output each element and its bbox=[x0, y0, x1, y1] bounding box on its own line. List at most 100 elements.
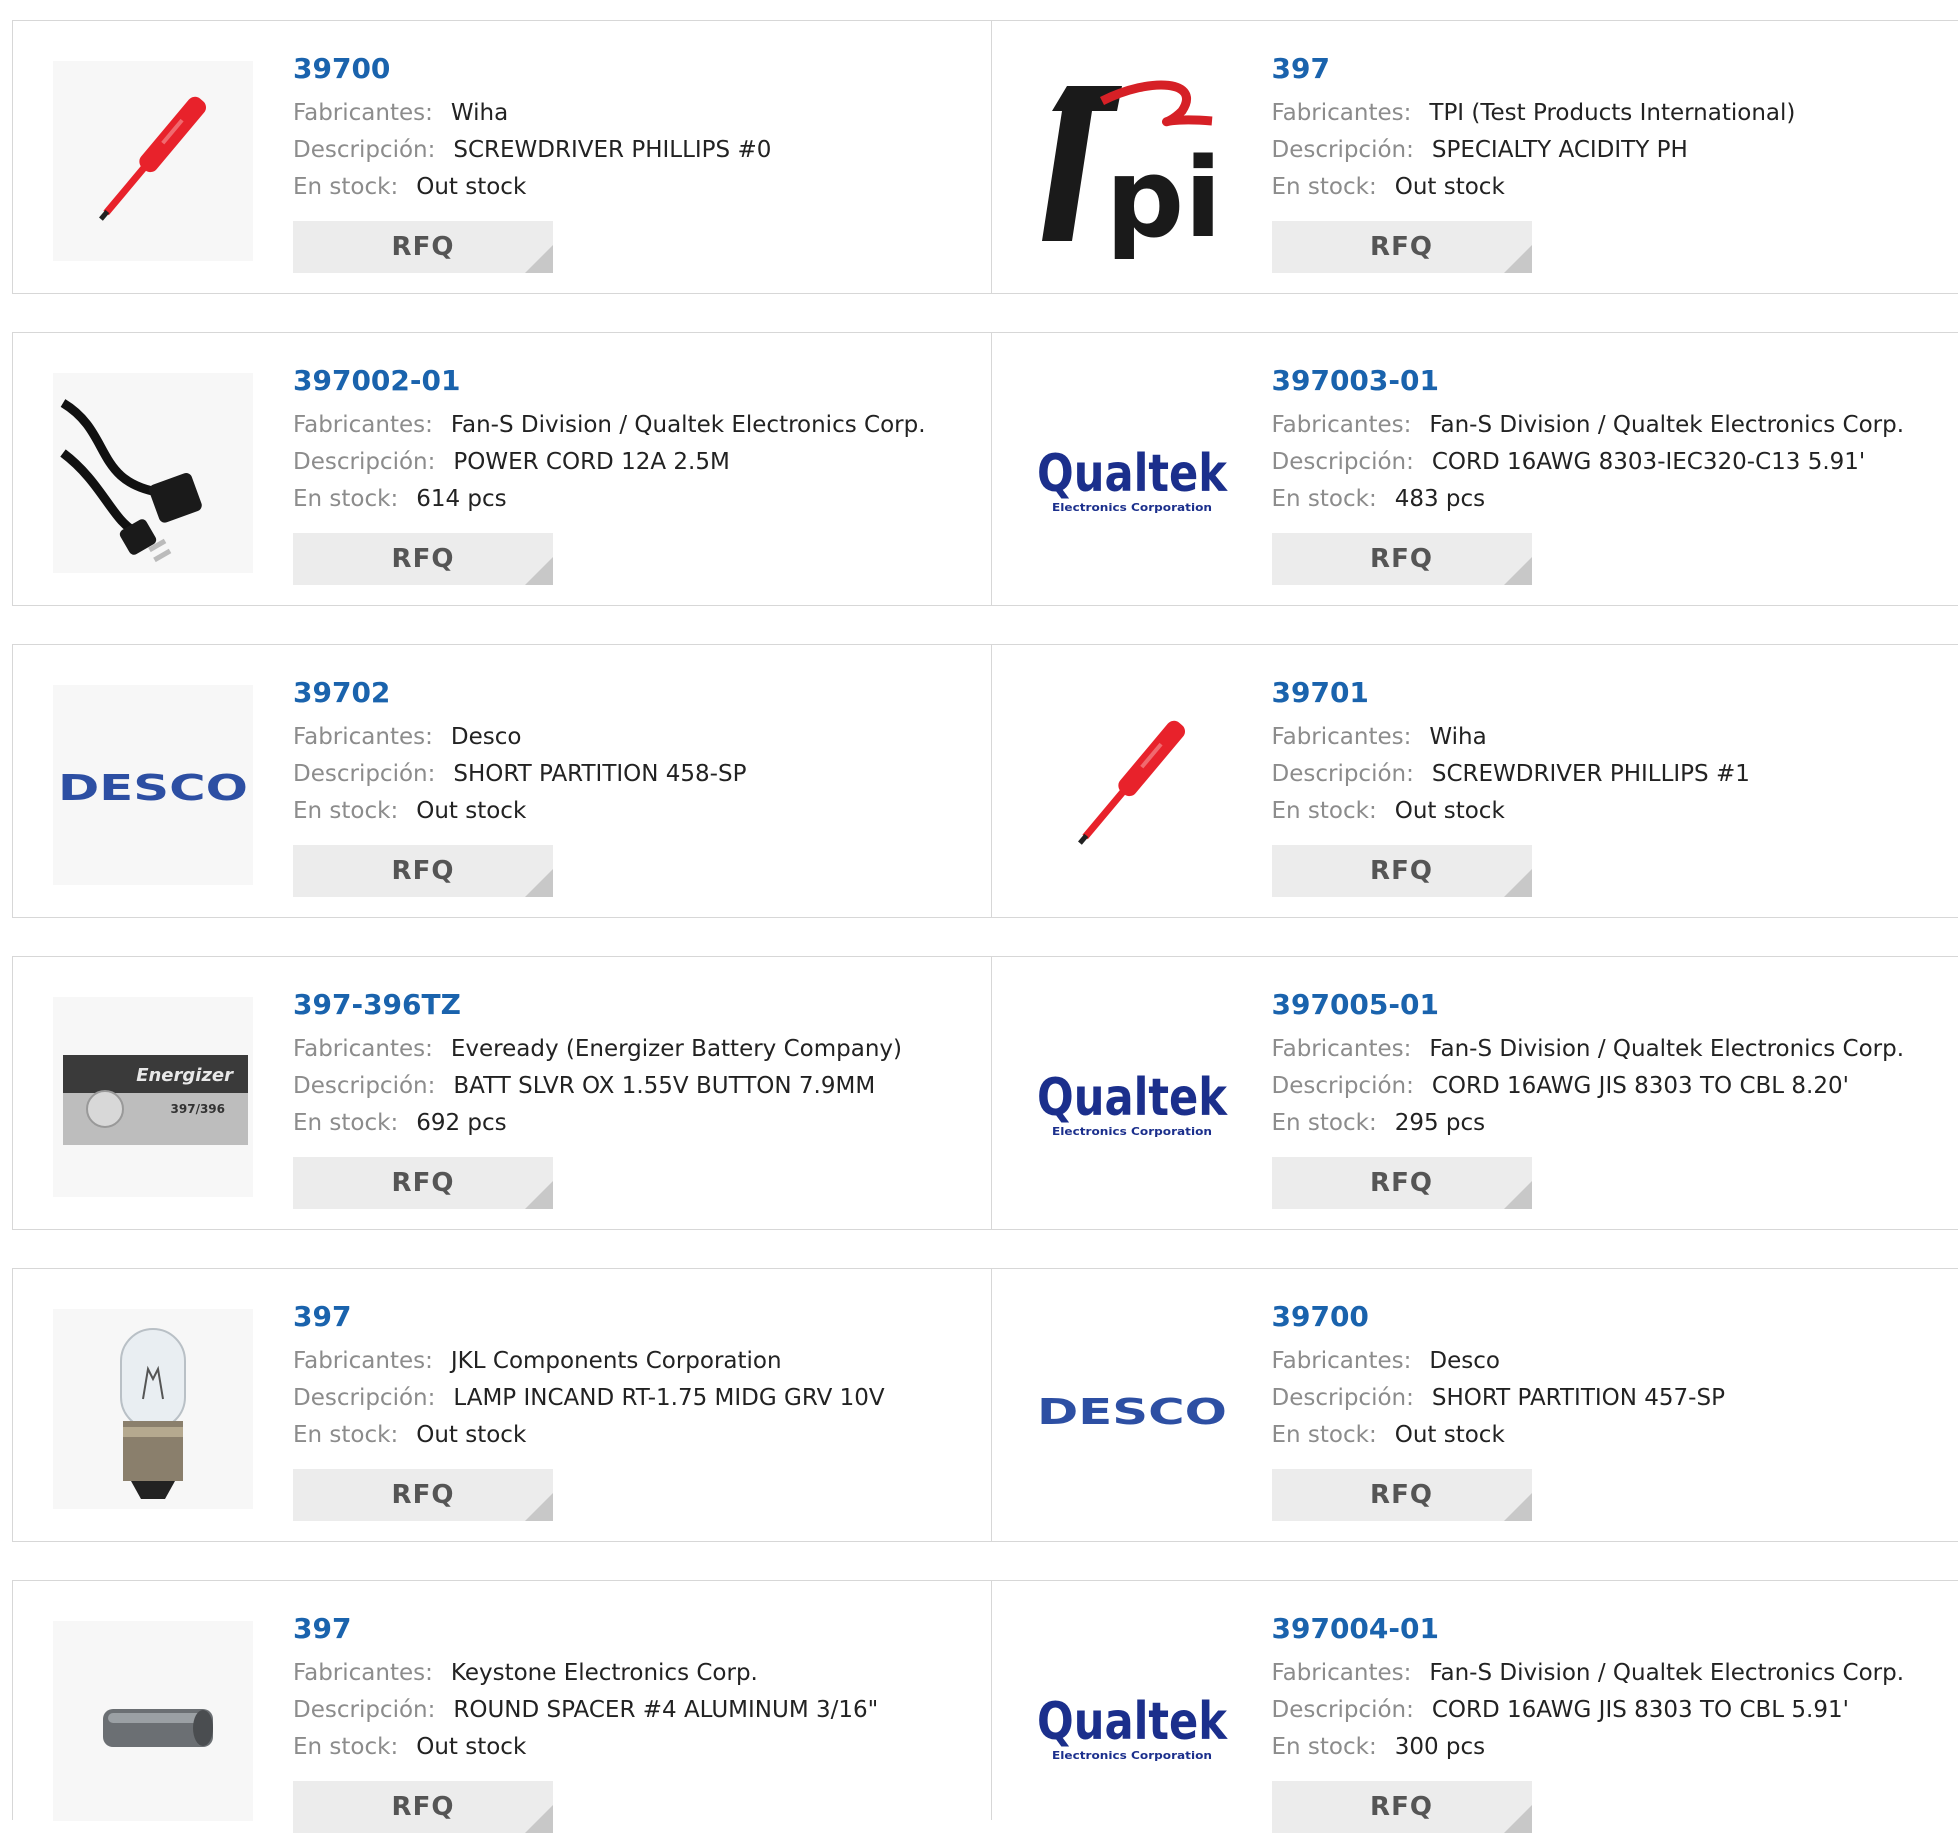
stock-label: En stock: bbox=[293, 798, 399, 824]
manufacturer-value: Desco bbox=[1429, 1348, 1500, 1374]
stock-value: Out stock bbox=[416, 798, 527, 824]
part-number-link[interactable]: 397003-01 bbox=[1272, 361, 1439, 401]
battery-image[interactable]: Energizer 397/396 bbox=[53, 997, 253, 1197]
lamp-image[interactable] bbox=[53, 1309, 253, 1509]
manufacturer-label: Fabricantes: bbox=[1271, 412, 1412, 438]
rfq-button[interactable]: RFQ bbox=[293, 1157, 553, 1209]
manufacturer-value: Fan-S Division / Qualtek Electronics Cor… bbox=[1429, 1660, 1905, 1686]
rfq-button[interactable]: RFQ bbox=[293, 845, 553, 897]
manufacturer-label: Fabricantes: bbox=[293, 1036, 433, 1062]
stock-label: En stock: bbox=[1271, 1422, 1377, 1448]
stock-row: En stock: Out stock bbox=[293, 1729, 981, 1766]
stock-value: 614 pcs bbox=[416, 486, 507, 512]
stock-value: Out stock bbox=[1394, 1422, 1505, 1448]
description-label: Descripción: bbox=[1271, 761, 1414, 787]
description-row: Descripción: SCREWDRIVER PHILLIPS #0 bbox=[293, 132, 981, 169]
desco-logo-image[interactable]: DESCO bbox=[1031, 1309, 1232, 1509]
tpi-logo-image[interactable]: pi bbox=[1031, 61, 1232, 261]
svg-text:Electronics Corporation: Electronics Corporation bbox=[1052, 1125, 1212, 1138]
rfq-button[interactable]: RFQ bbox=[1271, 1469, 1532, 1521]
part-number-link[interactable]: 397 bbox=[293, 1297, 351, 1337]
manufacturer-value: Fan-S Division / Qualtek Electronics Cor… bbox=[1429, 412, 1905, 438]
svg-text:Qualtek: Qualtek bbox=[1037, 1068, 1229, 1128]
manufacturer-row: Fabricantes: Keystone Electronics Corp. bbox=[293, 1655, 981, 1692]
manufacturer-label: Fabricantes: bbox=[1271, 100, 1412, 126]
description-value: SHORT PARTITION 458-SP bbox=[453, 761, 747, 787]
rfq-button[interactable]: RFQ bbox=[1271, 221, 1532, 273]
rfq-button[interactable]: RFQ bbox=[1271, 845, 1532, 897]
manufacturer-row: Fabricantes: Wiha bbox=[1272, 719, 1949, 756]
stock-row: En stock: 483 pcs bbox=[1272, 481, 1949, 518]
product-card: 397 Fabricantes: JKL Components Corporati… bbox=[13, 1269, 991, 1541]
product-card: Energizer 397/396 397-396TZ Fabricantes: E… bbox=[13, 957, 991, 1229]
part-number-link[interactable]: 39700 bbox=[293, 49, 390, 89]
rfq-button[interactable]: RFQ bbox=[1271, 1781, 1532, 1833]
part-number-link[interactable]: 39701 bbox=[1272, 673, 1369, 713]
manufacturer-row: Fabricantes: Fan-S Division / Qualtek Ele… bbox=[1272, 1655, 1949, 1692]
description-label: Descripción: bbox=[1271, 137, 1414, 163]
manufacturer-row: Fabricantes: Fan-S Division / Qualtek Ele… bbox=[1272, 407, 1949, 444]
screwdriver-image[interactable] bbox=[1031, 685, 1232, 885]
product-row: 397002-01 Fabricantes: Fan-S Division / Q… bbox=[12, 332, 1958, 606]
qualtek-logo-image[interactable]: Qualtek Electronics Corporation bbox=[1031, 1621, 1232, 1821]
part-number-link[interactable]: 397 bbox=[1272, 49, 1330, 89]
spacer-image[interactable] bbox=[53, 1621, 253, 1821]
stock-label: En stock: bbox=[1271, 174, 1377, 200]
description-row: Descripción: SCREWDRIVER PHILLIPS #1 bbox=[1272, 756, 1949, 793]
description-value: SPECIALTY ACIDITY PH bbox=[1431, 137, 1688, 163]
stock-label: En stock: bbox=[293, 1734, 399, 1760]
rfq-button[interactable]: RFQ bbox=[1271, 1157, 1532, 1209]
description-value: BATT SLVR OX 1.55V BUTTON 7.9MM bbox=[453, 1073, 876, 1099]
stock-row: En stock: Out stock bbox=[293, 793, 981, 830]
product-grid: 39700 Fabricantes: Wiha Descripción: SCREW… bbox=[0, 0, 1958, 1839]
stock-label: En stock: bbox=[293, 486, 399, 512]
manufacturer-label: Fabricantes: bbox=[1271, 1660, 1412, 1686]
rfq-button[interactable]: RFQ bbox=[293, 533, 553, 585]
power-cord-image[interactable] bbox=[53, 373, 253, 573]
product-info: 39701 Fabricantes: Wiha Descripción: SCREW… bbox=[1272, 673, 1949, 830]
description-value: CORD 16AWG 8303-IEC320-C13 5.91' bbox=[1431, 449, 1866, 475]
desco-logo-image[interactable]: DESCO bbox=[53, 685, 253, 885]
part-number-link[interactable]: 39702 bbox=[293, 673, 390, 713]
manufacturer-row: Fabricantes: JKL Components Corporation bbox=[293, 1343, 981, 1380]
screwdriver-image[interactable] bbox=[53, 61, 253, 261]
rfq-button[interactable]: RFQ bbox=[293, 1469, 553, 1521]
product-info: 397002-01 Fabricantes: Fan-S Division / Q… bbox=[293, 361, 981, 518]
manufacturer-label: Fabricantes: bbox=[293, 1348, 433, 1374]
description-row: Descripción: LAMP INCAND RT-1.75 MIDG GRV… bbox=[293, 1380, 981, 1417]
product-info: 397 Fabricantes: Keystone Electronics Cor… bbox=[293, 1609, 981, 1766]
part-number-link[interactable]: 397005-01 bbox=[1272, 985, 1439, 1025]
qualtek-logo-image[interactable]: Qualtek Electronics Corporation bbox=[1031, 997, 1232, 1197]
rfq-button[interactable]: RFQ bbox=[1271, 533, 1532, 585]
part-number-link[interactable]: 397004-01 bbox=[1272, 1609, 1439, 1649]
part-number-link[interactable]: 397-396TZ bbox=[293, 985, 461, 1025]
product-card: pi 397 Fabricantes: TPI (Test Products In… bbox=[990, 21, 1958, 293]
description-label: Descripción: bbox=[293, 449, 436, 475]
stock-label: En stock: bbox=[1271, 1110, 1377, 1136]
stock-value: 295 pcs bbox=[1394, 1110, 1486, 1136]
stock-value: Out stock bbox=[1394, 174, 1505, 200]
rfq-button[interactable]: RFQ bbox=[293, 221, 553, 273]
description-row: Descripción: CORD 16AWG JIS 8303 TO CBL 8… bbox=[1272, 1068, 1949, 1105]
manufacturer-row: Fabricantes: Fan-S Division / Qualtek Ele… bbox=[293, 407, 981, 444]
svg-text:pi: pi bbox=[1105, 134, 1221, 261]
description-value: SHORT PARTITION 457-SP bbox=[1431, 1385, 1725, 1411]
product-row: 397 Fabricantes: JKL Components Corporati… bbox=[12, 1268, 1958, 1542]
stock-label: En stock: bbox=[293, 1110, 399, 1136]
rfq-button[interactable]: RFQ bbox=[293, 1781, 553, 1833]
description-value: CORD 16AWG JIS 8303 TO CBL 5.91' bbox=[1431, 1697, 1849, 1723]
stock-row: En stock: 295 pcs bbox=[1272, 1105, 1949, 1142]
svg-text:Electronics Corporation: Electronics Corporation bbox=[1052, 1749, 1212, 1762]
part-number-link[interactable]: 39700 bbox=[1272, 1297, 1369, 1337]
stock-value: Out stock bbox=[416, 1422, 527, 1448]
stock-value: Out stock bbox=[416, 1734, 527, 1760]
description-label: Descripción: bbox=[293, 1073, 436, 1099]
stock-value: Out stock bbox=[416, 174, 527, 200]
stock-row: En stock: Out stock bbox=[293, 169, 981, 206]
svg-text:397/396: 397/396 bbox=[171, 1102, 225, 1116]
part-number-link[interactable]: 397002-01 bbox=[293, 361, 460, 401]
manufacturer-value: Fan-S Division / Qualtek Electronics Cor… bbox=[450, 412, 926, 438]
qualtek-logo-image[interactable]: Qualtek Electronics Corporation bbox=[1031, 373, 1232, 573]
manufacturer-row: Fabricantes: Eveready (Energizer Battery … bbox=[293, 1031, 981, 1068]
part-number-link[interactable]: 397 bbox=[293, 1609, 351, 1649]
